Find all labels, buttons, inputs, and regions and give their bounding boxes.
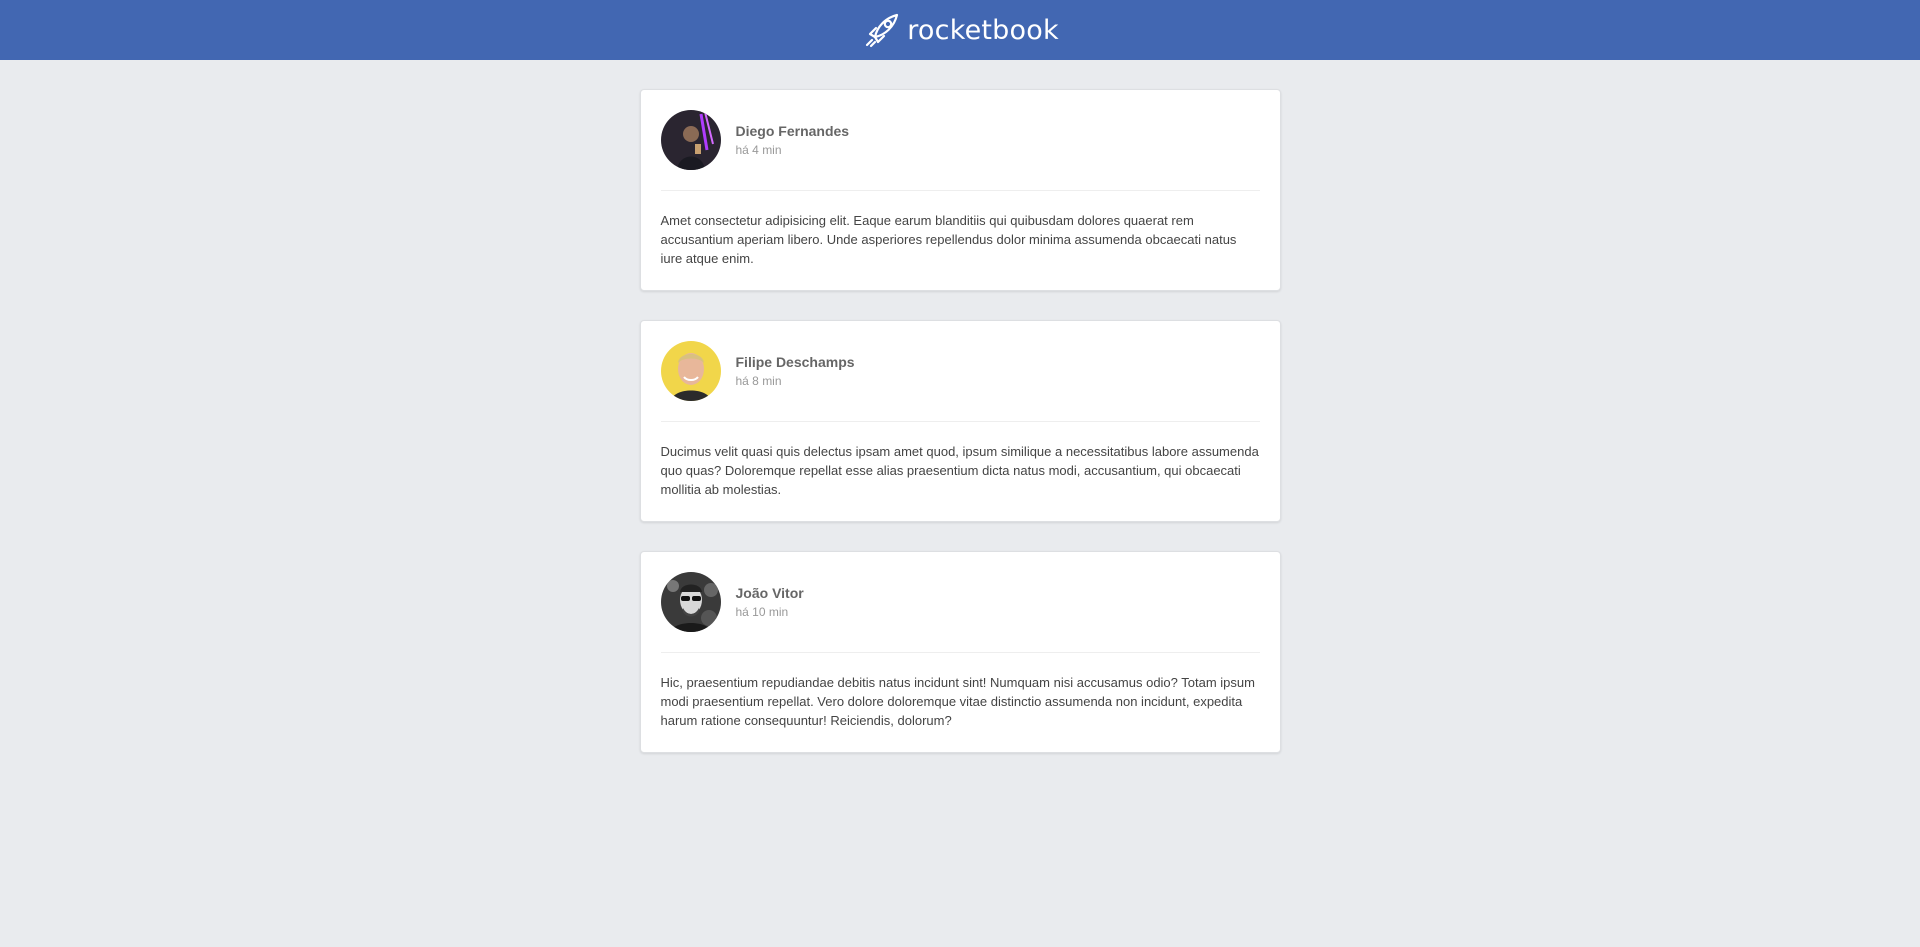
post-content: Amet consectetur adipisicing elit. Eaque… [660, 213, 1237, 266]
avatar[interactable] [660, 572, 721, 632]
post-author: João Vitor há 10 min [736, 584, 804, 620]
author-name[interactable]: Filipe Deschamps [736, 353, 855, 371]
post-card: João Vitor há 10 min Hic, praesentium re… [639, 551, 1281, 753]
post-author: Diego Fernandes há 4 min [736, 122, 850, 158]
post-card: Diego Fernandes há 4 min Amet consectetu… [639, 89, 1281, 291]
post-header: João Vitor há 10 min [660, 572, 1260, 632]
author-name[interactable]: Diego Fernandes [736, 122, 850, 140]
divider [660, 190, 1260, 191]
post-content: Hic, praesentium repudiandae debitis nat… [660, 675, 1255, 728]
post-feed: Diego Fernandes há 4 min Amet consectetu… [639, 89, 1281, 753]
author-name[interactable]: João Vitor [736, 584, 804, 602]
brand-name: rocketbook [907, 14, 1059, 46]
avatar[interactable] [660, 110, 721, 170]
post-header: Diego Fernandes há 4 min [660, 110, 1260, 170]
post-content: Ducimus velit quasi quis delectus ipsam … [660, 444, 1259, 497]
post-time: há 4 min [735, 143, 782, 157]
post-time: há 10 min [735, 605, 789, 619]
post-author: Filipe Deschamps há 8 min [736, 353, 855, 389]
avatar[interactable] [660, 341, 721, 401]
divider [660, 652, 1260, 653]
brand-logo[interactable]: rocketbook [861, 9, 1059, 51]
post-card: Filipe Deschamps há 8 min Ducimus velit … [639, 320, 1281, 522]
divider [660, 421, 1260, 422]
rocket-icon [861, 9, 903, 51]
post-time: há 8 min [735, 374, 782, 388]
post-header: Filipe Deschamps há 8 min [660, 341, 1260, 401]
top-navbar: rocketbook [0, 0, 1920, 60]
